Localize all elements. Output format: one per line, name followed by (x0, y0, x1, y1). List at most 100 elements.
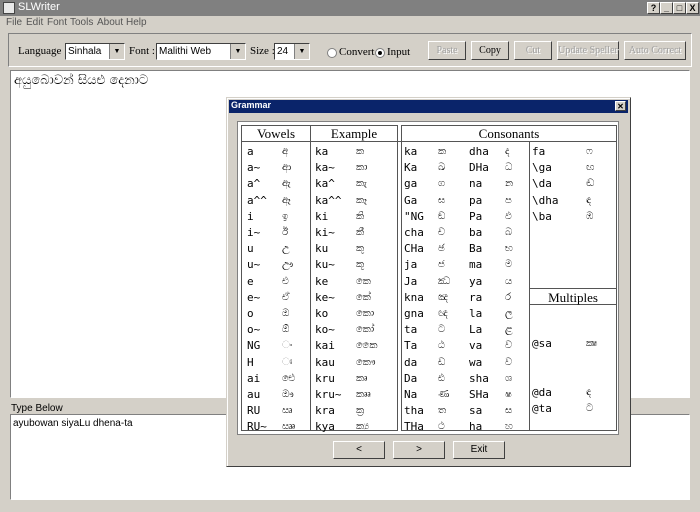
vowel-sinhala: අ (282, 146, 289, 157)
maximize-button[interactable]: □ (673, 2, 686, 14)
example-roman: kra (315, 404, 335, 418)
menu-edit[interactable]: Edit (26, 17, 43, 28)
consonant-sinhala: ච (438, 227, 446, 238)
consonant-roman: ba (469, 226, 483, 239)
vowel-sinhala: ඓ (282, 372, 296, 384)
example-sinhala: කැ (356, 178, 367, 190)
example-sinhala: කෘ (356, 372, 368, 384)
consonant-sinhala: ජ (438, 259, 445, 271)
vowel-sinhala: ඊ (282, 227, 289, 238)
vowel-roman: a^^ (247, 193, 267, 207)
consonant-sinhala: ස (505, 405, 513, 417)
vowel-roman: i (247, 209, 254, 223)
minimize-button[interactable]: _ (660, 2, 673, 14)
example-sinhala: ක්‍ර (356, 405, 365, 417)
consonant-roman: sa (469, 404, 483, 418)
convert-radio[interactable] (327, 48, 337, 58)
example-roman: ke~ (315, 290, 335, 304)
consonant-roman: ta (404, 323, 418, 337)
app-icon (3, 2, 15, 14)
menu-help[interactable]: Help (126, 17, 147, 28)
copy-button[interactable]: Copy (471, 41, 509, 60)
example-roman: ka^ (315, 177, 335, 191)
multiples-header: Multiples (548, 290, 598, 305)
consonant-sinhala: ඪ (438, 372, 445, 384)
example-roman: kau (315, 355, 335, 369)
language-label: Language : (18, 45, 68, 57)
dialog-close-icon[interactable]: ✕ (615, 101, 626, 111)
cut-button[interactable]: Cut (514, 41, 552, 60)
consonant-sinhala: ඛ (438, 162, 446, 174)
consonant-roman: Ta (404, 339, 418, 353)
consonant-sinhala: ළ (505, 324, 513, 336)
vowel-roman: i~ (247, 226, 261, 239)
consonant-sinhala: ව (505, 340, 513, 352)
example-sinhala: කෲ (356, 389, 371, 400)
example-sinhala: කෙ (356, 275, 371, 287)
example-sinhala: කෛ (356, 340, 378, 352)
example-sinhala: කෞ (356, 356, 376, 368)
vowel-roman: u~ (247, 258, 261, 272)
vowel-roman: ai (247, 371, 261, 385)
vowel-roman: a~ (247, 161, 261, 175)
input-radio[interactable] (375, 48, 385, 58)
auto-correct-button[interactable]: Auto Correct (624, 41, 686, 60)
consonant-roman: THa (404, 420, 424, 434)
example-sinhala: කෝ (356, 324, 375, 336)
exit-button[interactable]: Exit (453, 441, 505, 459)
font-select[interactable]: Malithi Web ▼ (156, 43, 246, 60)
vowel-sinhala: ආ (282, 162, 292, 174)
dialog-title-bar: Grammar ✕ (229, 100, 628, 113)
chevron-down-icon[interactable]: ▼ (109, 44, 124, 59)
example-roman: ko (315, 307, 329, 320)
consonant-roman: DHa (469, 161, 489, 175)
language-value: Sinhala (68, 46, 102, 57)
consonant-roman: sha (469, 371, 489, 385)
prev-button[interactable]: < (333, 441, 385, 459)
consonant-roman: Ba (469, 242, 483, 256)
close-button[interactable]: X (686, 2, 699, 14)
menu-about[interactable]: About (97, 17, 123, 28)
consonant-sinhala: ඞ (438, 210, 446, 222)
menu-tools[interactable]: Tools (70, 17, 93, 28)
vowel-sinhala: ඍ (282, 405, 293, 417)
menu-bar: File Edit Font Tools About Help (0, 16, 700, 30)
help-button[interactable]: ? (647, 2, 660, 14)
consonant-roman: ga (404, 177, 418, 191)
update-speller-button[interactable]: Update Speller (557, 41, 619, 60)
paste-button[interactable]: Paste (428, 41, 466, 60)
consonant-roman: Da (404, 371, 418, 385)
consonant-sinhala: ණ (438, 389, 450, 400)
size-select[interactable]: 24 ▼ (274, 43, 310, 60)
consonant-roman: \ga (532, 161, 552, 175)
next-button[interactable]: > (393, 441, 445, 459)
consonant-sinhala: ඬ (586, 178, 595, 190)
vowel-sinhala: ඇ (282, 178, 291, 190)
example-roman: kru~ (315, 388, 342, 401)
example-sinhala: කී (356, 227, 365, 238)
vowels-header: Vowels (256, 126, 296, 141)
example-sinhala: කේ (356, 291, 371, 303)
input-label: Input (387, 46, 411, 58)
menu-file[interactable]: File (6, 17, 22, 28)
consonant-roman: ka (404, 145, 418, 158)
consonant-roman: \da (532, 177, 552, 191)
consonant-sinhala: ඡ (438, 243, 445, 255)
consonant-sinhala: න (505, 178, 514, 190)
example-sinhala: කා (356, 162, 368, 174)
consonants-header: Consonants (478, 126, 540, 141)
language-select[interactable]: Sinhala ▼ (65, 43, 125, 60)
vowel-roman: e (247, 274, 254, 288)
vowel-sinhala: උ (282, 243, 290, 255)
title-bar: SLWriter ? _ □ X (0, 0, 700, 16)
chevron-down-icon[interactable]: ▼ (230, 44, 245, 59)
multiple-roman: @sa (532, 337, 552, 350)
consonant-roman: ma (469, 258, 483, 272)
menu-font[interactable]: Font (47, 17, 67, 28)
consonant-sinhala: ඤ (438, 291, 449, 303)
consonant-sinhala: භ (505, 243, 513, 255)
example-roman: kai (315, 339, 335, 353)
consonant-roman: Ka (404, 161, 418, 175)
chevron-down-icon[interactable]: ▼ (294, 44, 309, 59)
consonant-sinhala: ග (438, 178, 446, 190)
